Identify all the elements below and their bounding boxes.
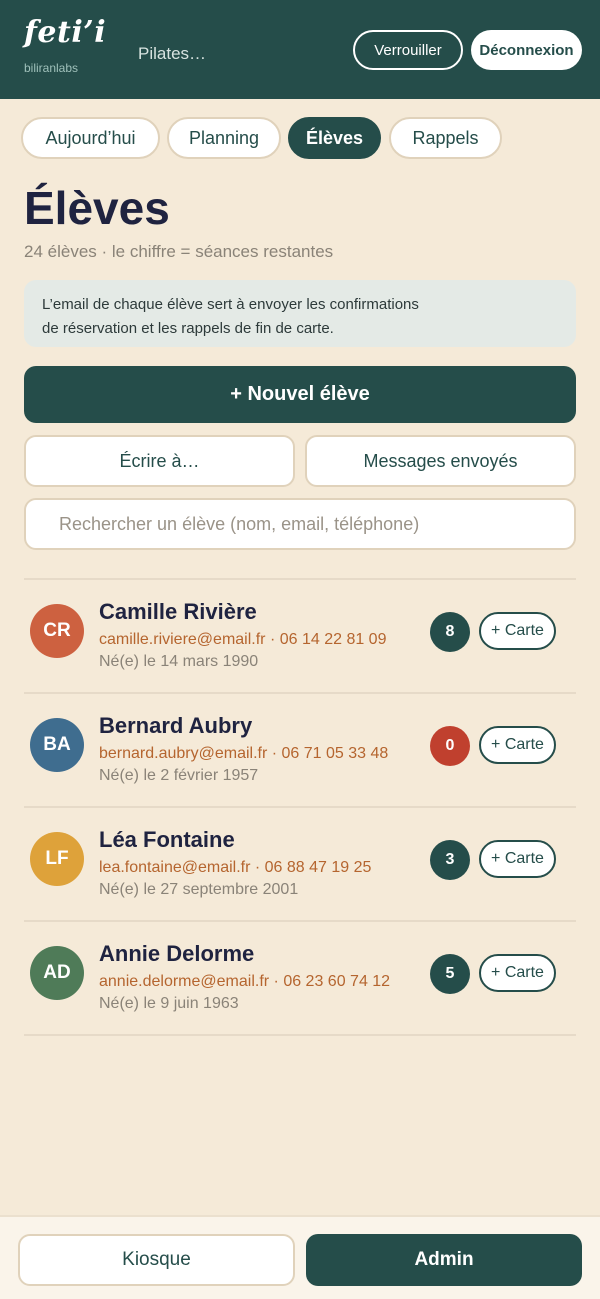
sessions-remaining-badge: 3: [430, 840, 470, 880]
avatar: LF: [30, 832, 84, 886]
logout-button[interactable]: Déconnexion: [471, 30, 582, 70]
app-header: feti’i biliranlabs Pilates… Verrouiller …: [0, 0, 600, 99]
lock-button[interactable]: Verrouiller: [353, 30, 463, 70]
student-name: Annie Delorme: [99, 941, 255, 966]
info-note: L’email de chaque élève sert à envoyer l…: [24, 280, 576, 347]
avatar: BA: [30, 718, 84, 772]
info-note-line: L’email de chaque élève sert à envoyer l…: [42, 296, 419, 313]
student-list: CR Camille Rivière camille.riviere@email…: [24, 578, 576, 1036]
student-row[interactable]: CR Camille Rivière camille.riviere@email…: [24, 580, 576, 694]
tab-planning[interactable]: Planning: [167, 117, 281, 159]
student-name: Bernard Aubry: [99, 713, 253, 738]
sent-messages-button[interactable]: Messages envoyés: [305, 435, 576, 487]
page-subtitle: 24 élèves · le chiffre = séances restant…: [24, 242, 334, 261]
student-birthdate: Né(e) le 14 mars 1990: [99, 653, 259, 670]
admin-button[interactable]: Admin: [306, 1234, 582, 1286]
student-birthdate: Né(e) le 27 septembre 2001: [99, 881, 299, 898]
logo-subtitle: biliranlabs: [24, 61, 79, 75]
student-birthdate: Né(e) le 2 février 1957: [99, 767, 259, 784]
student-contact: bernard.aubry@email.fr · 06 71 05 33 48: [99, 745, 389, 762]
add-card-button[interactable]: + Carte: [479, 840, 556, 878]
add-card-button[interactable]: + Carte: [479, 612, 556, 650]
add-card-button[interactable]: + Carte: [479, 726, 556, 764]
student-row[interactable]: LF Léa Fontaine lea.fontaine@email.fr · …: [24, 808, 576, 922]
sessions-remaining-badge: 0: [430, 726, 470, 766]
add-card-button[interactable]: + Carte: [479, 954, 556, 992]
app-logo: feti’i: [24, 15, 107, 50]
bottom-bar: Kiosque Admin: [0, 1215, 600, 1299]
info-note-line: de réservation et les rappels de fin de …: [42, 320, 334, 337]
student-row[interactable]: BA Bernard Aubry bernard.aubry@email.fr …: [24, 694, 576, 808]
student-birthdate: Né(e) le 9 juin 1963: [99, 995, 239, 1012]
student-contact: annie.delorme@email.fr · 06 23 60 74 12: [99, 973, 391, 990]
avatar: CR: [30, 604, 84, 658]
tab-students[interactable]: Élèves: [288, 117, 381, 159]
student-name: Camille Rivière: [99, 599, 257, 624]
new-student-button[interactable]: + Nouvel élève: [24, 366, 576, 423]
studio-title: Pilates…: [138, 44, 207, 63]
kiosk-button[interactable]: Kiosque: [18, 1234, 295, 1286]
avatar: AD: [30, 946, 84, 1000]
student-contact: lea.fontaine@email.fr · 06 88 47 19 25: [99, 859, 372, 876]
student-name: Léa Fontaine: [99, 827, 235, 852]
search-input[interactable]: [24, 498, 576, 550]
sessions-remaining-badge: 8: [430, 612, 470, 652]
tab-today[interactable]: Aujourd’hui: [21, 117, 160, 159]
write-to-button[interactable]: Écrire à…: [24, 435, 295, 487]
page-title: Élèves: [24, 182, 170, 234]
student-contact: camille.riviere@email.fr · 06 14 22 81 0…: [99, 631, 387, 648]
tab-reminders[interactable]: Rappels: [389, 117, 502, 159]
student-row[interactable]: AD Annie Delorme annie.delorme@email.fr …: [24, 922, 576, 1036]
sessions-remaining-badge: 5: [430, 954, 470, 994]
